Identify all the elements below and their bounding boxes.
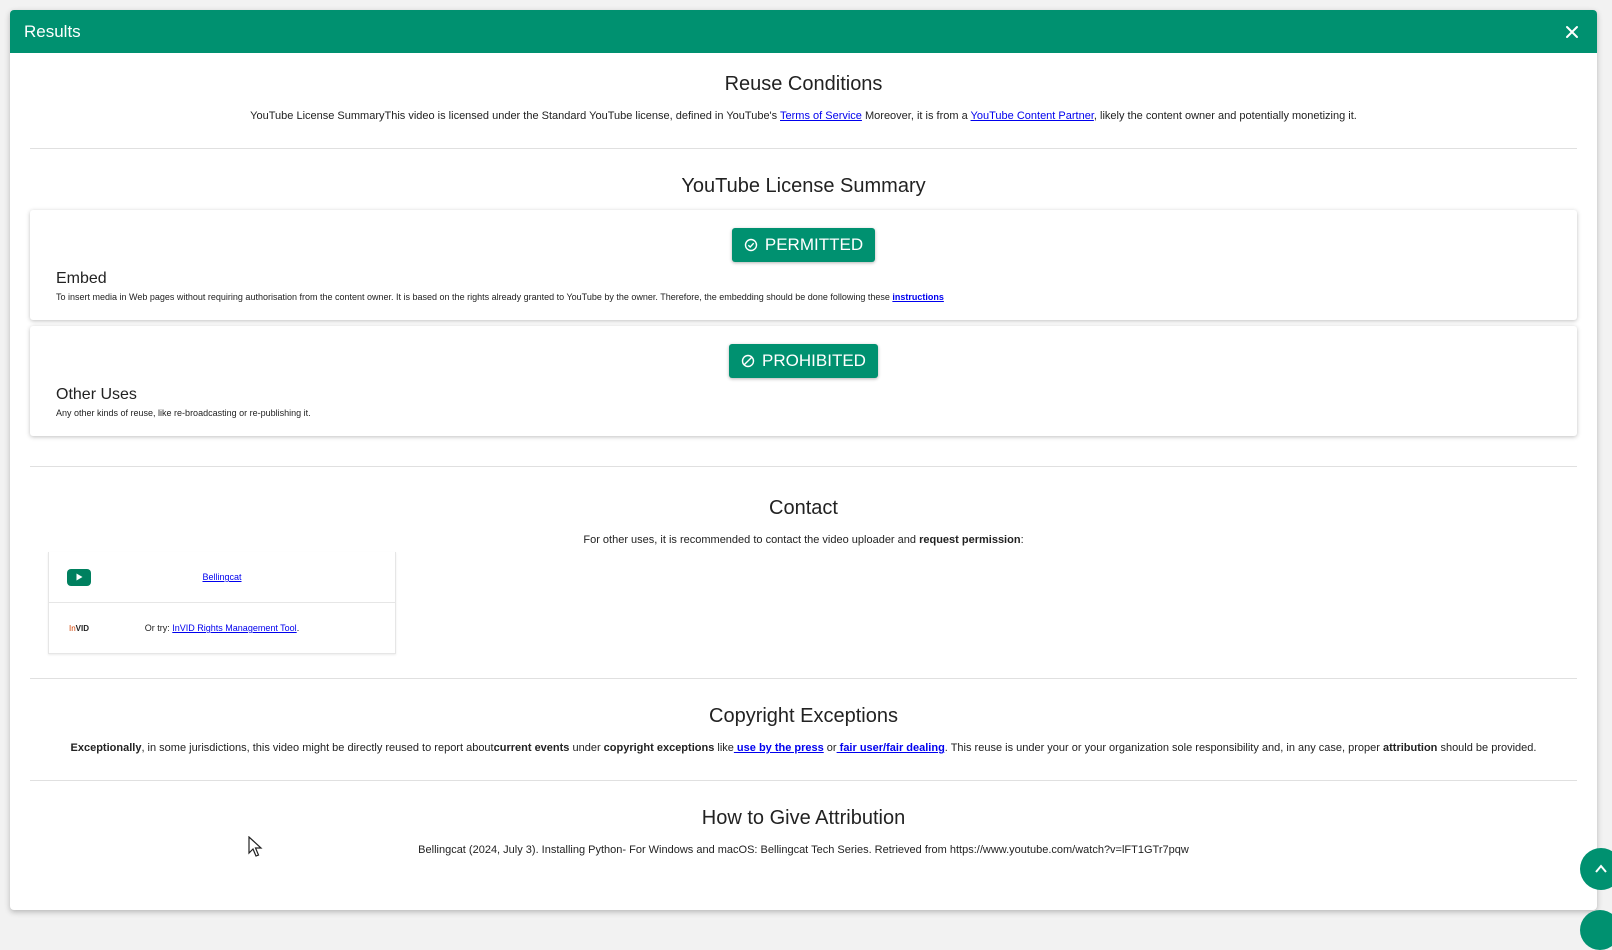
copyright-text: Exceptionally, in some jurisdictions, th… (30, 740, 1577, 756)
license-summary-heading: YouTube License Summary (681, 175, 926, 197)
copyright-section: Copyright Exceptions Exceptionally, in s… (30, 679, 1577, 780)
copyright-text-part: like (714, 742, 734, 754)
prohibited-label: PROHIBITED (762, 351, 866, 370)
contact-text-part: For other uses, it is recommended to con… (583, 534, 920, 546)
prohibited-badge: PROHIBITED (729, 344, 878, 378)
copyright-bold: current events (493, 742, 570, 754)
embed-description: To insert media in Web pages without req… (56, 292, 1551, 302)
invid-tool-link[interactable]: InVID Rights Management Tool (172, 623, 296, 633)
copyright-text-part: , in some jurisdictions, this video migh… (141, 742, 494, 754)
embed-desc-text: To insert media in Web pages without req… (56, 292, 893, 302)
permitted-badge: PERMITTED (731, 228, 876, 262)
reuse-conditions-heading: Reuse Conditions (724, 73, 883, 95)
dialog-titlebar: Results (10, 10, 1597, 53)
check-circle-icon (744, 238, 758, 252)
reuse-text-part: YouTube License SummaryThis video is lic… (250, 110, 781, 122)
copyright-text-part: . This reuse is under your or your organ… (944, 742, 1383, 754)
copyright-heading: Copyright Exceptions (709, 705, 898, 727)
dialog-title: Results (24, 21, 81, 41)
channel-link[interactable]: Bellingcat (202, 572, 241, 582)
copyright-bold: attribution (1383, 742, 1438, 754)
mouse-cursor-icon (248, 835, 264, 863)
contact-row-channel: Bellingcat (49, 552, 395, 603)
reuse-conditions-text: YouTube License SummaryThis video is lic… (30, 108, 1577, 124)
invid-suffix: . (296, 623, 300, 633)
contact-text-part: : (1020, 534, 1024, 546)
reuse-conditions-section: Reuse Conditions YouTube License Summary… (30, 53, 1577, 148)
instructions-link[interactable]: instructions (892, 292, 944, 302)
contact-section: Contact For other uses, it is recommende… (30, 467, 1577, 678)
chat-button[interactable] (1580, 910, 1612, 950)
request-permission-text: request permission (919, 534, 1021, 546)
permitted-label: PERMITTED (764, 235, 864, 254)
results-dialog: Results Reuse Conditions YouTube License… (10, 10, 1597, 910)
embed-title: Embed (56, 270, 107, 287)
prohibited-icon (741, 354, 755, 368)
close-icon (1566, 25, 1578, 38)
content-partner-link[interactable]: YouTube Content Partner (971, 110, 1094, 122)
invid-prefix: Or try: (144, 623, 173, 633)
dialog-content: Reuse Conditions YouTube License Summary… (10, 53, 1597, 858)
fair-use-link[interactable]: fair user/fair dealing (837, 742, 945, 754)
license-summary-section: YouTube License Summary PERMITTED Embed … (30, 149, 1577, 466)
contact-table: Bellingcat InVID Or try: InVID Rights Ma… (48, 552, 396, 654)
contact-row-invid: InVID Or try: InVID Rights Management To… (49, 603, 395, 654)
other-uses-card: PROHIBITED Other Uses Any other kinds of… (30, 326, 1577, 436)
use-by-press-link[interactable]: use by the press (734, 742, 824, 754)
contact-text: For other uses, it is recommended to con… (30, 532, 1577, 548)
attribution-heading: How to Give Attribution (701, 807, 906, 829)
reuse-text-part: , likely the content owner and potential… (1093, 110, 1357, 122)
other-uses-title: Other Uses (56, 386, 137, 403)
invid-logo-icon: InVID (69, 624, 89, 633)
close-button[interactable] (1561, 21, 1583, 43)
copyright-text-part: or (823, 742, 837, 754)
terms-of-service-link[interactable]: Terms of Service (780, 110, 862, 122)
embed-card: PERMITTED Embed To insert media in Web p… (30, 210, 1577, 320)
invid-logo-prefix: In (68, 623, 76, 633)
other-uses-description: Any other kinds of reuse, like re-broadc… (56, 408, 311, 418)
chevron-up-icon (1595, 864, 1607, 873)
copyright-bold: copyright exceptions (603, 742, 715, 754)
contact-heading: Contact (769, 497, 838, 519)
invid-logo-suffix: VID (75, 623, 89, 633)
copyright-text-part: under (569, 742, 604, 754)
copyright-text-part: should be provided. (1437, 742, 1537, 754)
copyright-bold: Exceptionally (70, 742, 142, 754)
reuse-text-part: Moreover, it is from a (861, 110, 971, 122)
youtube-icon (67, 568, 91, 586)
